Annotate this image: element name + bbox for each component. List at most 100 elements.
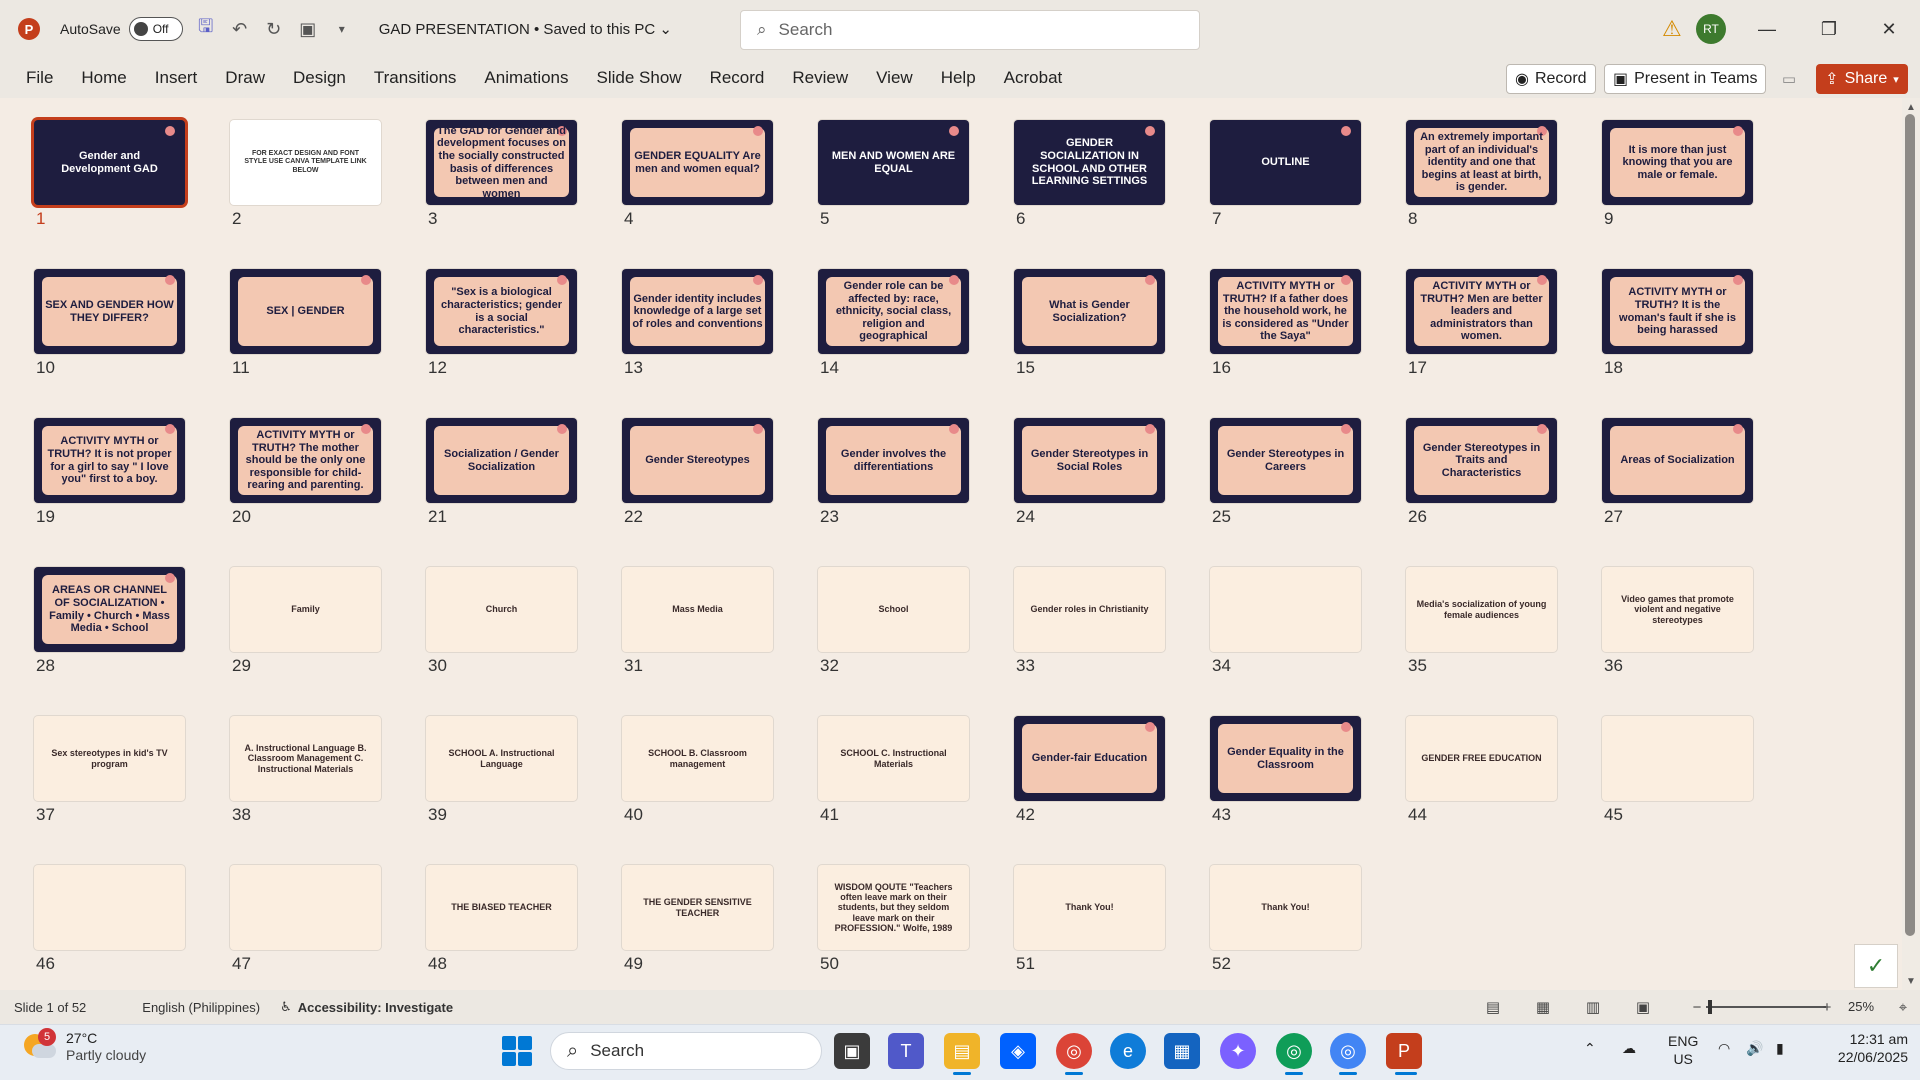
slide-thumbnail-29[interactable]: Family 29 — [226, 545, 386, 685]
tab-transitions[interactable]: Transitions — [374, 68, 457, 88]
slide-thumbnail-44[interactable]: GENDER FREE EDUCATION 44 — [1402, 694, 1562, 834]
slide-preview[interactable]: AREAS OR CHANNEL OF SOCIALIZATION • Fami… — [34, 567, 185, 652]
slide-sorter-view-icon[interactable]: ▦ — [1532, 996, 1554, 1018]
slide-preview[interactable]: Mass Media — [622, 567, 773, 652]
slide-thumbnail-24[interactable]: Gender Stereotypes in Social Roles 24 — [1010, 396, 1170, 536]
slide-thumbnail-52[interactable]: Thank You! 52 — [1206, 843, 1366, 983]
slide-preview[interactable]: What is Gender Socialization? — [1014, 269, 1165, 354]
slide-thumbnail-6[interactable]: GENDER SOCIALIZATION IN SCHOOL AND OTHER… — [1010, 98, 1170, 238]
slide-preview[interactable]: ACTIVITY MYTH or TRUTH? It is not proper… — [34, 418, 185, 503]
tab-home[interactable]: Home — [81, 68, 126, 88]
slide-thumbnail-16[interactable]: ACTIVITY MYTH or TRUTH? If a father does… — [1206, 247, 1366, 387]
scroll-up-icon[interactable]: ▲ — [1904, 102, 1918, 114]
slide-thumbnail-9[interactable]: It is more than just knowing that you ar… — [1598, 98, 1758, 238]
slide-thumbnail-23[interactable]: Gender involves the differentiations 23 — [814, 396, 974, 536]
slide-thumbnail-35[interactable]: Media's socialization of young female au… — [1402, 545, 1562, 685]
taskbar-search[interactable]: ⌕ Search — [550, 1032, 822, 1070]
slide-thumbnail-4[interactable]: GENDER EQUALITY Are men and women equal?… — [618, 98, 778, 238]
slide-preview[interactable]: The GAD for Gender and development focus… — [426, 120, 577, 205]
tab-help[interactable]: Help — [941, 68, 976, 88]
slide-thumbnail-20[interactable]: ACTIVITY MYTH or TRUTH? The mother shoul… — [226, 396, 386, 536]
slide-preview[interactable] — [1602, 716, 1753, 801]
minimize-icon[interactable]: — — [1752, 14, 1782, 44]
undo-icon[interactable]: ↶ — [229, 18, 251, 40]
scroll-down-icon[interactable]: ▼ — [1904, 976, 1918, 988]
teams-app-icon[interactable]: T — [888, 1033, 924, 1069]
slide-thumbnail-10[interactable]: SEX AND GENDER HOW THEY DIFFER? 10 — [30, 247, 190, 387]
slide-thumbnail-38[interactable]: A. Instructional Language B. Classroom M… — [226, 694, 386, 834]
slide-preview[interactable] — [230, 865, 381, 950]
slide-preview[interactable]: MEN AND WOMEN ARE EQUAL — [818, 120, 969, 205]
slide-preview[interactable]: Thank You! — [1014, 865, 1165, 950]
slide-thumbnail-36[interactable]: Video games that promote violent and neg… — [1598, 545, 1758, 685]
tab-draw[interactable]: Draw — [225, 68, 265, 88]
slide-thumbnail-47[interactable]: 47 — [226, 843, 386, 983]
edge-icon[interactable]: e — [1110, 1033, 1146, 1069]
slide-preview[interactable]: ACTIVITY MYTH or TRUTH? If a father does… — [1210, 269, 1361, 354]
slide-thumbnail-34[interactable]: 34 — [1206, 545, 1366, 685]
restore-icon[interactable]: ❐ — [1814, 14, 1844, 44]
slide-preview[interactable]: School — [818, 567, 969, 652]
slide-thumbnail-8[interactable]: An extremely important part of an indivi… — [1402, 98, 1562, 238]
input-language[interactable]: ENG US — [1668, 1032, 1698, 1068]
task-view-icon[interactable]: ▣ — [834, 1033, 870, 1069]
slide-thumbnail-11[interactable]: SEX | GENDER 11 — [226, 247, 386, 387]
present-from-start-icon[interactable]: ▣ — [297, 18, 319, 40]
slide-thumbnail-33[interactable]: Gender roles in Christianity 33 — [1010, 545, 1170, 685]
zoom-out-icon[interactable]: − — [1686, 996, 1708, 1018]
slide-thumbnail-46[interactable]: 46 — [30, 843, 190, 983]
slide-preview[interactable] — [1210, 567, 1361, 652]
slide-thumbnail-31[interactable]: Mass Media 31 — [618, 545, 778, 685]
slide-thumbnail-13[interactable]: Gender identity includes knowledge of a … — [618, 247, 778, 387]
slide-thumbnail-30[interactable]: Church 30 — [422, 545, 582, 685]
slide-preview[interactable]: SEX AND GENDER HOW THEY DIFFER? — [34, 269, 185, 354]
slide-thumbnail-32[interactable]: School 32 — [814, 545, 974, 685]
share-button[interactable]: ⇪ Share ▾ — [1816, 64, 1908, 94]
slide-thumbnail-2[interactable]: FOR EXACT DESIGN AND FONT STYLE USE CANV… — [226, 98, 386, 238]
chrome-profile-icon[interactable]: ◎ — [1276, 1033, 1312, 1069]
slide-preview[interactable]: ACTIVITY MYTH or TRUTH? It is the woman'… — [1602, 269, 1753, 354]
windows-start-icon[interactable] — [502, 1036, 532, 1066]
slide-preview[interactable]: Gender involves the differentiations — [818, 418, 969, 503]
onedrive-icon[interactable]: ☁ — [1622, 1040, 1636, 1057]
chrome-icon[interactable]: ◎ — [1056, 1033, 1092, 1069]
slide-thumbnail-43[interactable]: Gender Equality in the Classroom 43 — [1206, 694, 1366, 834]
tab-acrobat[interactable]: Acrobat — [1004, 68, 1063, 88]
powerpoint-app-icon[interactable]: P — [1386, 1033, 1422, 1069]
slide-preview[interactable]: ACTIVITY MYTH or TRUTH? Men are better l… — [1406, 269, 1557, 354]
slide-preview[interactable]: Gender Stereotypes — [622, 418, 773, 503]
slide-preview[interactable]: It is more than just knowing that you ar… — [1602, 120, 1753, 205]
slide-preview[interactable]: SCHOOL A. Instructional Language — [426, 716, 577, 801]
slide-preview[interactable]: Media's socialization of young female au… — [1406, 567, 1557, 652]
slide-preview[interactable]: An extremely important part of an indivi… — [1406, 120, 1557, 205]
tab-review[interactable]: Review — [792, 68, 848, 88]
present-in-teams-button[interactable]: ▣ Present in Teams — [1604, 64, 1767, 94]
zoom-slider-knob[interactable] — [1708, 1000, 1712, 1014]
slide-thumbnail-48[interactable]: THE BIASED TEACHER 48 — [422, 843, 582, 983]
slide-thumbnail-49[interactable]: THE GENDER SENSITIVE TEACHER 49 — [618, 843, 778, 983]
slide-thumbnail-22[interactable]: Gender Stereotypes 22 — [618, 396, 778, 536]
slide-preview[interactable]: FOR EXACT DESIGN AND FONT STYLE USE CANV… — [230, 120, 381, 205]
slide-thumbnail-17[interactable]: ACTIVITY MYTH or TRUTH? Men are better l… — [1402, 247, 1562, 387]
normal-view-icon[interactable]: ▤ — [1482, 996, 1504, 1018]
slide-thumbnail-14[interactable]: Gender role can be affected by: race, et… — [814, 247, 974, 387]
slide-preview[interactable]: Gender Stereotypes in Traits and Charact… — [1406, 418, 1557, 503]
accessibility-checker[interactable]: ♿ Accessibility: Investigate — [280, 999, 453, 1015]
slide-thumbnail-27[interactable]: Areas of Socialization 27 — [1598, 396, 1758, 536]
slide-thumbnail-15[interactable]: What is Gender Socialization? 15 — [1010, 247, 1170, 387]
tab-slide-show[interactable]: Slide Show — [597, 68, 682, 88]
slide-preview[interactable]: GENDER EQUALITY Are men and women equal? — [622, 120, 773, 205]
record-button[interactable]: ◉ Record — [1506, 64, 1596, 94]
slide-thumbnail-21[interactable]: Socialization / Gender Socialization 21 — [422, 396, 582, 536]
slide-thumbnail-12[interactable]: "Sex is a biological characteristics; ge… — [422, 247, 582, 387]
slide-preview[interactable]: Areas of Socialization — [1602, 418, 1753, 503]
slide-thumbnail-19[interactable]: ACTIVITY MYTH or TRUTH? It is not proper… — [30, 396, 190, 536]
slide-thumbnail-51[interactable]: Thank You! 51 — [1010, 843, 1170, 983]
slide-preview[interactable]: WISDOM QOUTE "Teachers often leave mark … — [818, 865, 969, 950]
autosave-control[interactable]: AutoSave Off — [60, 17, 183, 41]
slide-thumbnail-1[interactable]: Gender and Development GAD 1 — [30, 98, 190, 238]
store-icon[interactable]: ▦ — [1164, 1033, 1200, 1069]
document-title[interactable]: GAD PRESENTATION • Saved to this PC ⌄ — [379, 20, 672, 38]
slide-preview[interactable]: Gender roles in Christianity — [1014, 567, 1165, 652]
tab-design[interactable]: Design — [293, 68, 346, 88]
